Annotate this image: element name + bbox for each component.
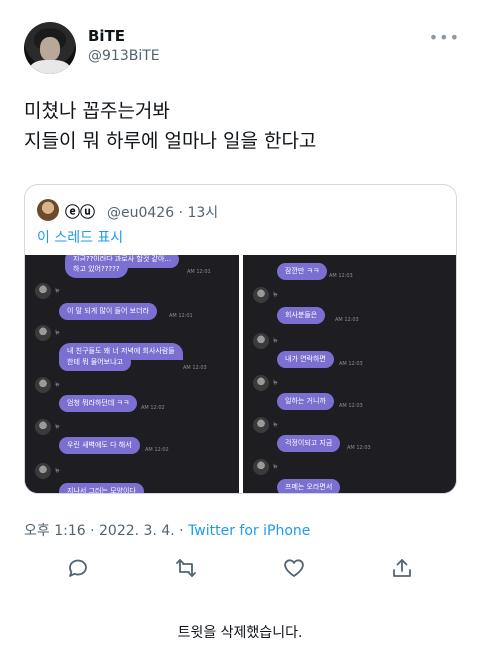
chat-sender: 뉴: [55, 468, 60, 474]
tweet-text: 미쳤나 꼽주는거봐 지들이 뭐 하루에 얼마나 일을 한다고: [24, 96, 454, 156]
chat-bubble: 이 말 되게 많이 들어 보더라: [59, 303, 157, 320]
tweet-deleted-notice: 트윗을 삭제했습니다.: [177, 625, 303, 641]
tweet-timestamp[interactable]: 오후 1:16 · 2022. 3. 4. ·: [24, 523, 188, 539]
chat-sender: 뉴: [273, 338, 278, 344]
chat-sender: 뉴: [55, 330, 60, 336]
chat-time: AM 12:03: [329, 273, 353, 279]
chat-bubble: 프메는 오라면서: [277, 479, 341, 493]
comment-icon[interactable]: [66, 556, 90, 580]
tweet-line-1: 미쳤나 꼽주는거봐: [24, 100, 170, 122]
chat-time: AM 12:03: [339, 361, 363, 367]
chat-sender: 뉴: [273, 422, 278, 428]
tweet-source[interactable]: Twitter for iPhone: [188, 523, 310, 539]
avatar-face: [40, 37, 60, 61]
chat-bubble: 한테 뭐 물어보냐고: [59, 354, 131, 371]
chat-time: AM 12:03: [183, 365, 207, 371]
chat-bubble: 일하는 거니까: [277, 393, 334, 410]
quoted-author-avatar: [37, 199, 59, 221]
show-thread-link[interactable]: 이 스레드 표시: [37, 227, 123, 247]
chat-sender: 뉴: [55, 382, 60, 388]
chat-avatar: [35, 325, 51, 341]
chat-bubble: 회사분들은: [277, 307, 326, 324]
chat-bubble: 하고 있어?????: [65, 261, 128, 278]
chat-avatar: [35, 283, 51, 299]
avatar-shirt: [30, 60, 70, 74]
more-options-icon[interactable]: •••: [429, 28, 460, 47]
quoted-tweet[interactable]: ⓔⓤ @eu0426 · 13시 이 스레드 표시 지금??이러다 과로사 할것…: [24, 184, 457, 494]
chat-sender: 뉴: [273, 380, 278, 386]
chat-time: AM 12:01: [169, 313, 193, 319]
chat-time: AM 12:03: [347, 445, 371, 451]
chat-time: AM 12:01: [187, 269, 211, 275]
chat-avatar: [253, 417, 269, 433]
action-bar: [0, 548, 480, 588]
chat-screenshot-right[interactable]: 잠깐만 ㅋㅋ AM 12:03 뉴 회사분들은 AM 12:03 뉴 내가 연락…: [243, 255, 456, 493]
heart-icon[interactable]: [282, 556, 306, 580]
chat-avatar: [35, 419, 51, 435]
chat-avatar: [253, 287, 269, 303]
retweet-icon[interactable]: [174, 556, 198, 580]
quoted-tweet-header: ⓔⓤ @eu0426 · 13시: [37, 199, 437, 221]
chat-sender: 뉴: [273, 464, 278, 470]
chat-screenshot-left[interactable]: 지금??이러다 과로사 할것 같아... 하고 있어????? AM 12:01…: [25, 255, 239, 493]
author-avatar[interactable]: [24, 22, 76, 74]
chat-avatar: [35, 377, 51, 393]
chat-sender: 뉴: [55, 424, 60, 430]
chat-time: AM 12:03: [339, 403, 363, 409]
tweet-line-2: 지들이 뭐 하루에 얼마나 일을 한다고: [24, 130, 317, 152]
tweet-header: BiTE @913BiTE •••: [24, 22, 460, 76]
chat-bubble: 걱정이되고 지금: [277, 435, 341, 452]
quoted-author-name: ⓔⓤ: [65, 203, 96, 221]
author-handle[interactable]: @913BiTE: [88, 48, 160, 64]
chat-bubble: 내가 연락하면: [277, 351, 334, 368]
chat-time: AM 12:02: [145, 447, 169, 453]
chat-avatar: [253, 459, 269, 475]
share-icon[interactable]: [390, 556, 414, 580]
author-name[interactable]: BiTE: [88, 27, 125, 45]
chat-bubble: 우린 새벽에도 다 해서: [59, 437, 140, 454]
chat-time: AM 12:02: [141, 405, 165, 411]
chat-bubble: 엄청 뭐라하던데 ㅋㅋ: [59, 395, 138, 412]
chat-avatar: [35, 463, 51, 479]
quoted-author-handle: @eu0426 · 13시: [107, 205, 219, 221]
tweet-meta: 오후 1:16 · 2022. 3. 4. · Twitter for iPho…: [24, 520, 310, 540]
chat-bubble: 지나서 그러는 모양이다: [59, 483, 144, 493]
chat-bubble: 잠깐만 ㅋㅋ: [277, 263, 328, 280]
chat-avatar: [253, 375, 269, 391]
chat-sender: 뉴: [55, 288, 60, 294]
chat-time: AM 12:03: [335, 317, 359, 323]
quoted-media[interactable]: 지금??이러다 과로사 할것 같아... 하고 있어????? AM 12:01…: [25, 255, 456, 493]
chat-avatar: [253, 333, 269, 349]
chat-sender: 뉴: [273, 292, 278, 298]
